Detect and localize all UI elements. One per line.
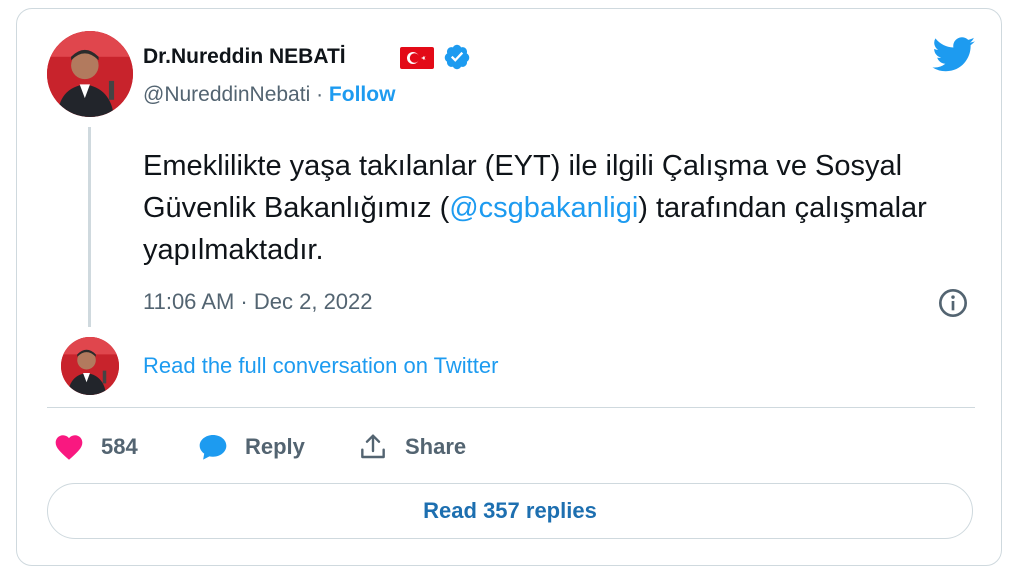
thread-line — [88, 127, 91, 327]
conversation-avatar[interactable] — [61, 337, 119, 395]
reply-label: Reply — [245, 434, 305, 459]
tweet-text: Emeklilikte yaşa takılanlar (EYT) ile il… — [143, 145, 963, 271]
speech-bubble-icon — [199, 435, 227, 460]
share-label: Share — [405, 434, 467, 459]
divider — [47, 407, 975, 408]
follow-button[interactable]: Follow — [329, 83, 396, 106]
twitter-bird-icon[interactable] — [932, 37, 976, 73]
info-icon[interactable] — [937, 287, 969, 319]
conversation-avatar-image — [61, 337, 119, 395]
author-avatar[interactable] — [47, 31, 133, 117]
tweet-card: Dr.Nureddin NEBATİ @NureddinNebati · Fol… — [16, 8, 1002, 566]
mention-link[interactable]: @csgbakanligi — [449, 192, 638, 224]
author-avatar-image — [47, 31, 133, 117]
turkey-flag-icon — [400, 47, 434, 69]
verified-badge-icon — [444, 44, 470, 70]
heart-icon — [55, 435, 83, 460]
reply-button[interactable]: Reply — [197, 429, 305, 465]
author-handle-line: @NureddinNebati · Follow — [143, 83, 395, 107]
author-handle[interactable]: @NureddinNebati — [143, 83, 310, 106]
handle-separator: · — [310, 83, 329, 106]
author-name[interactable]: Dr.Nureddin NEBATİ — [143, 45, 346, 69]
like-count: 584 — [101, 434, 138, 459]
tweet-timestamp[interactable]: 11:06 AM · Dec 2, 2022 — [143, 289, 373, 315]
read-replies-button[interactable]: Read 357 replies — [47, 483, 973, 539]
like-button[interactable]: 584 — [53, 429, 138, 465]
read-replies-label: Read 357 replies — [423, 498, 597, 523]
share-upload-icon — [361, 434, 385, 459]
read-conversation-link[interactable]: Read the full conversation on Twitter — [143, 353, 498, 379]
share-button[interactable]: Share — [357, 429, 466, 465]
